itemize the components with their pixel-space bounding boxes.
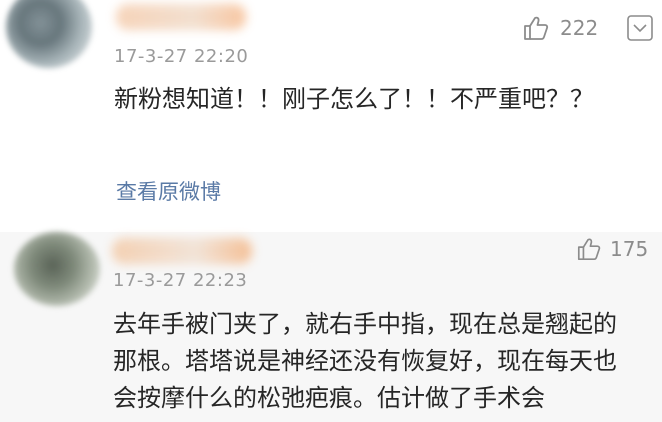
username-blurred[interactable] <box>112 238 252 264</box>
chevron-down-icon <box>627 15 653 41</box>
thumbs-up-icon <box>524 16 549 40</box>
more-options-button[interactable] <box>626 14 654 42</box>
username-blurred[interactable] <box>116 4 246 30</box>
like-button[interactable]: 222 <box>522 14 598 42</box>
avatar[interactable] <box>6 0 92 68</box>
thumbs-up-icon <box>577 238 601 261</box>
comment-timestamp: 17-3-27 22:20 <box>114 46 249 67</box>
avatar[interactable] <box>14 232 100 306</box>
comment-timestamp: 17-3-27 22:23 <box>113 270 248 291</box>
like-button[interactable]: 175 <box>576 236 648 262</box>
comment-item: 17-3-27 22:20 222 新粉想知道！！刚子怎么了！！不严重吧？？ 查… <box>0 0 662 232</box>
comment-text: 去年手被门夹了，就右手中指，现在总是翘起的那根。塔塔说是神经还没有恢复好，现在每… <box>113 310 617 412</box>
comment-item: 17-3-27 22:23 175 去年手被门夹了，就右手中指，现在总是翘起的那… <box>0 232 662 422</box>
view-original-link[interactable]: 查看原微博 <box>116 176 221 206</box>
like-count: 175 <box>610 237 649 261</box>
comment-text: 新粉想知道！！刚子怎么了！！不严重吧？？ <box>114 85 594 113</box>
like-count: 222 <box>560 16 599 40</box>
